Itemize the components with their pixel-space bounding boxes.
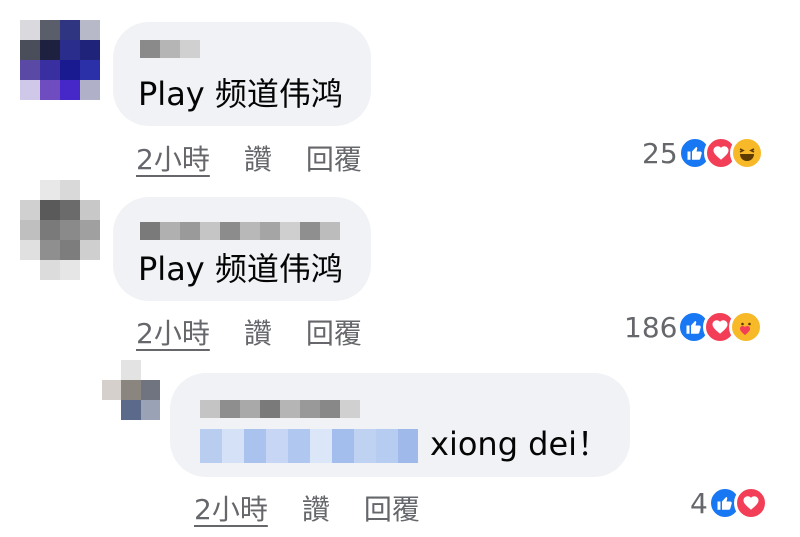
avatar[interactable]	[102, 360, 160, 420]
reaction-summary[interactable]: 4	[690, 486, 768, 520]
reaction-count: 4	[690, 486, 708, 520]
comment-actions: 2小時 讚 回覆	[136, 312, 396, 352]
reply-button[interactable]: 回覆	[364, 493, 420, 526]
author-name-blurred[interactable]	[200, 400, 360, 418]
love-icon	[733, 486, 768, 520]
comment-text-line: xiong dei！	[200, 428, 609, 463]
timestamp-link[interactable]: 2小時	[194, 493, 268, 526]
avatar[interactable]	[20, 180, 100, 280]
like-button[interactable]: 讚	[244, 317, 272, 350]
comment-text: Play 频道伟鸿	[138, 250, 343, 288]
reaction-count: 25	[642, 136, 678, 170]
reply-button[interactable]: 回覆	[306, 317, 362, 350]
reaction-count: 186	[624, 310, 678, 344]
care-icon	[729, 310, 764, 344]
author-name-blurred[interactable]	[140, 222, 340, 240]
avatar[interactable]	[20, 20, 100, 100]
timestamp-link[interactable]: 2小時	[136, 317, 210, 350]
comment-text: Play 频道伟鸿	[138, 75, 343, 113]
reaction-summary[interactable]: 186	[624, 310, 764, 344]
reply-button[interactable]: 回覆	[306, 143, 362, 176]
mention-blurred[interactable]	[200, 429, 418, 463]
author-name-blurred[interactable]	[140, 40, 200, 58]
reaction-summary[interactable]: 25	[642, 136, 764, 170]
comment-actions: 2小時 讚 回覆	[194, 488, 454, 528]
comment-actions: 2小時 讚 回覆	[136, 138, 396, 178]
timestamp-link[interactable]: 2小時	[136, 143, 210, 176]
haha-icon	[729, 136, 764, 170]
like-button[interactable]: 讚	[302, 493, 330, 526]
like-button[interactable]: 讚	[244, 143, 272, 176]
comment-text: xiong dei！	[430, 425, 610, 463]
